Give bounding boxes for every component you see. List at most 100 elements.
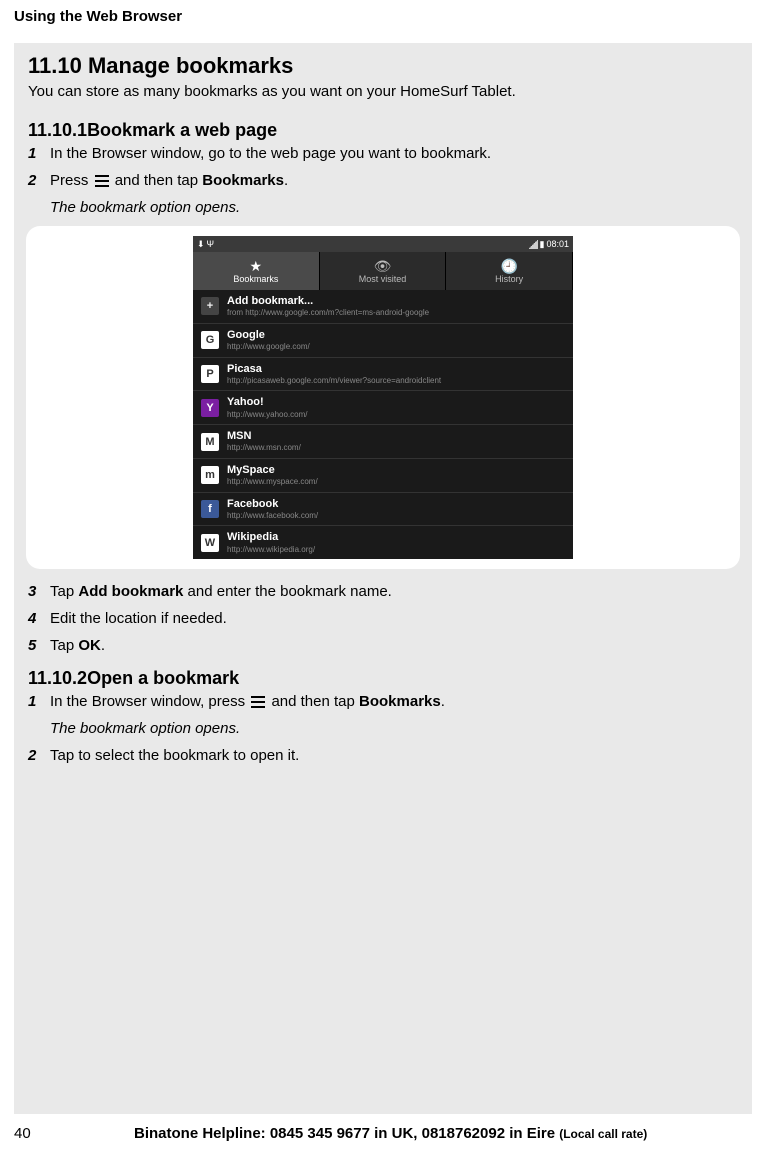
tab-label: Most visited	[359, 274, 407, 284]
text-bold: OK	[78, 637, 101, 654]
section-number: 11.10	[28, 53, 82, 78]
tab-bookmarks[interactable]: ★ Bookmarks	[193, 252, 320, 290]
status-right: ▮ 08:01	[528, 239, 569, 250]
bookmark-list: + Add bookmark... from http://www.google…	[193, 290, 573, 559]
step: 3 Tap Add bookmark and enter the bookmar…	[28, 583, 738, 600]
bookmark-url: http://picasaweb.google.com/m/viewer?sou…	[227, 376, 565, 386]
eye-icon: 👁	[374, 259, 392, 273]
tab-label: Bookmarks	[233, 274, 278, 284]
text-fragment: .	[284, 172, 288, 189]
bookmark-url: http://www.myspace.com/	[227, 477, 565, 487]
text-fragment: .	[101, 637, 105, 654]
result-text: The bookmark option opens.	[50, 199, 738, 216]
bookmark-title: MySpace	[227, 464, 565, 477]
bookmark-url: http://www.google.com/	[227, 342, 565, 352]
step: 1 In the Browser window, press and then …	[28, 693, 738, 710]
text-fragment: and then tap	[271, 693, 359, 710]
status-left: ⬇ Ψ	[197, 239, 214, 250]
step: 1 In the Browser window, go to the web p…	[28, 145, 738, 162]
subsection-2-title: Open a bookmark	[87, 668, 239, 688]
bookmark-item[interactable]: M MSN http://www.msn.com/	[193, 425, 573, 459]
text-fragment: Tap	[50, 637, 78, 654]
step: 5 Tap OK.	[28, 637, 738, 654]
clock-icon: 🕘	[500, 259, 517, 273]
step-text: Press and then tap Bookmarks.	[50, 172, 738, 189]
step: 4 Edit the location if needed.	[28, 610, 738, 627]
subsection-2-number: 11.10.2	[28, 668, 87, 688]
bookmark-title: Add bookmark...	[227, 295, 565, 308]
bookmark-title: Picasa	[227, 363, 565, 376]
bookmark-item[interactable]: f Facebook http://www.facebook.com/	[193, 493, 573, 527]
signal-icon	[528, 240, 538, 249]
bookmark-item[interactable]: G Google http://www.google.com/	[193, 324, 573, 358]
tab-label: History	[495, 274, 523, 284]
subsection-2-heading: 11.10.2Open a bookmark	[28, 668, 738, 689]
step-number: 4	[28, 610, 50, 627]
content-area: 11.10 Manage bookmarks You can store as …	[14, 43, 752, 1114]
section-intro: You can store as many bookmarks as you w…	[28, 83, 738, 100]
bookmark-title: Facebook	[227, 498, 565, 511]
favicon: Y	[201, 399, 219, 417]
bookmark-title: Yahoo!	[227, 396, 565, 409]
step-number: 5	[28, 637, 50, 654]
step: 2 Press and then tap Bookmarks.	[28, 172, 738, 189]
bookmark-item[interactable]: Y Yahoo! http://www.yahoo.com/	[193, 391, 573, 425]
text-fragment: Press	[50, 172, 93, 189]
tab-most-visited[interactable]: 👁 Most visited	[320, 252, 447, 290]
page-number: 40	[14, 1125, 134, 1142]
section-title: Manage bookmarks	[88, 53, 293, 78]
step-text: Tap OK.	[50, 637, 738, 654]
clock: 08:01	[546, 239, 569, 249]
text-fragment: and then tap	[115, 172, 203, 189]
step: 2 Tap to select the bookmark to open it.	[28, 747, 738, 764]
helpline-rate: (Local call rate)	[559, 1127, 647, 1141]
subsection-1-title: Bookmark a web page	[87, 120, 277, 140]
step-number: 1	[28, 145, 50, 162]
step-text: Edit the location if needed.	[50, 610, 738, 627]
bookmark-url: from http://www.google.com/m?client=ms-a…	[227, 308, 565, 318]
section-heading: 11.10 Manage bookmarks	[28, 53, 738, 79]
download-icon: ⬇	[197, 239, 205, 250]
battery-icon: ▮	[540, 239, 545, 250]
browser-tabs: ★ Bookmarks 👁 Most visited 🕘 History	[193, 252, 573, 290]
step-text: In the Browser window, press and then ta…	[50, 693, 738, 710]
favicon: G	[201, 331, 219, 349]
text-fragment: and enter the bookmark name.	[183, 583, 391, 600]
bookmark-url: http://www.yahoo.com/	[227, 410, 565, 420]
step-number: 2	[28, 747, 50, 764]
favicon: P	[201, 365, 219, 383]
helpline-main: Binatone Helpline: 0845 345 9677 in UK, …	[134, 1125, 559, 1142]
step-text: In the Browser window, go to the web pag…	[50, 145, 738, 162]
step-number: 2	[28, 172, 50, 189]
status-bar: ⬇ Ψ ▮ 08:01	[193, 236, 573, 252]
step-text: Tap Add bookmark and enter the bookmark …	[50, 583, 738, 600]
helpline-text: Binatone Helpline: 0845 345 9677 in UK, …	[134, 1125, 647, 1142]
page-footer: 40 Binatone Helpline: 0845 345 9677 in U…	[14, 1125, 752, 1142]
text-fragment: .	[441, 693, 445, 710]
result-text: The bookmark option opens.	[50, 720, 738, 737]
bookmark-item[interactable]: m MySpace http://www.myspace.com/	[193, 459, 573, 493]
screenshot-card: ⬇ Ψ ▮ 08:01 ★ Bookmarks 👁 Most visited	[26, 226, 740, 569]
running-header: Using the Web Browser	[0, 0, 766, 25]
text-fragment: Tap	[50, 583, 78, 600]
bookmark-item[interactable]: P Picasa http://picasaweb.google.com/m/v…	[193, 358, 573, 392]
bookmark-url: http://www.wikipedia.org/	[227, 545, 565, 555]
usb-icon: Ψ	[207, 239, 215, 249]
tab-history[interactable]: 🕘 History	[446, 252, 573, 290]
step-number: 1	[28, 693, 50, 710]
step-number: 3	[28, 583, 50, 600]
add-bookmark-row[interactable]: + Add bookmark... from http://www.google…	[193, 290, 573, 324]
text-fragment: In the Browser window, press	[50, 693, 249, 710]
android-frame: ⬇ Ψ ▮ 08:01 ★ Bookmarks 👁 Most visited	[193, 236, 573, 559]
favicon: W	[201, 534, 219, 552]
bookmark-item[interactable]: W Wikipedia http://www.wikipedia.org/	[193, 526, 573, 559]
bookmark-title: Google	[227, 329, 565, 342]
bookmark-title: Wikipedia	[227, 531, 565, 544]
subsection-1-heading: 11.10.1Bookmark a web page	[28, 120, 738, 141]
bookmark-url: http://www.msn.com/	[227, 443, 565, 453]
text-bold: Add bookmark	[78, 583, 183, 600]
text-bold: Bookmarks	[202, 172, 284, 189]
favicon: f	[201, 500, 219, 518]
text-bold: Bookmarks	[359, 693, 441, 710]
subsection-1-number: 11.10.1	[28, 120, 87, 140]
